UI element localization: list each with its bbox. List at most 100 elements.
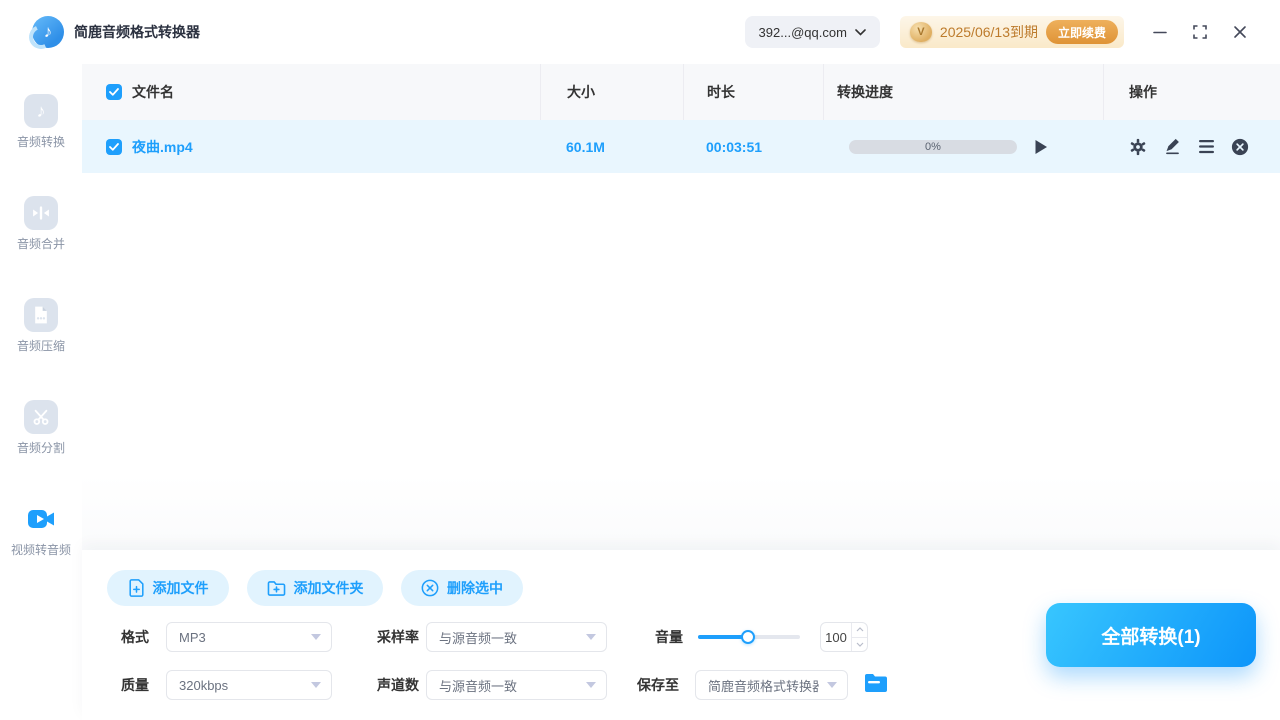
spinner-up-button[interactable] (852, 623, 867, 637)
channels-value: 与源音频一致 (439, 678, 518, 694)
close-circle-icon (1231, 138, 1249, 155)
vip-expiry-text: 2025/06/13到期 (939, 24, 1038, 40)
minimize-button[interactable] (1144, 16, 1176, 48)
sidebar-item-label: 音频分割 (16, 441, 65, 455)
progress-bar: 0% (849, 139, 1017, 154)
check-icon (109, 142, 119, 151)
sidebar-item-audio-compress[interactable]: 音频压缩 (17, 298, 65, 354)
file-duration: 00:03:51 (706, 138, 763, 155)
chevron-down-icon (856, 642, 863, 647)
add-file-button[interactable]: 添加文件 (107, 570, 229, 606)
play-icon (1035, 139, 1047, 154)
close-button[interactable] (1224, 16, 1256, 48)
video-camera-icon (24, 502, 58, 536)
chevron-up-icon (856, 627, 863, 632)
channels-label: 声道数 (377, 677, 419, 693)
volume-input[interactable]: 100 (820, 622, 868, 652)
save-to-label: 保存至 (637, 677, 679, 693)
chevron-down-icon (855, 28, 866, 36)
compress-icon (23, 298, 58, 332)
volume-slider[interactable] (698, 622, 800, 652)
close-icon (1234, 26, 1246, 38)
header-filename: 文件名 (132, 84, 174, 100)
sample-rate-value: 与源音频一致 (439, 630, 518, 646)
caret-down-icon (586, 682, 596, 688)
file-list-area (82, 173, 1280, 550)
format-dropdown[interactable]: MP3 (166, 622, 332, 652)
sidebar-item-audio-convert[interactable]: ♪ 音频转换 (17, 94, 65, 150)
vip-badge-icon: V (909, 22, 932, 42)
save-to-dropdown[interactable]: 简鹿音频格式转换器 (695, 670, 848, 700)
sidebar-item-label: 音频压缩 (16, 339, 65, 353)
account-dropdown[interactable]: 392...@qq.com (744, 16, 880, 48)
sidebar: ♪ 音频转换 音频合并 音频压缩 音频分割 视频转音频 (0, 64, 82, 720)
delete-selected-button[interactable]: 删除选中 (401, 570, 523, 606)
open-folder-button[interactable] (864, 673, 888, 697)
app-logo-icon: ♪ (32, 16, 64, 48)
delete-circle-icon (421, 579, 439, 597)
music-note-icon: ♪ (23, 94, 58, 128)
channels-dropdown[interactable]: 与源音频一致 (426, 670, 607, 700)
row-actions (1103, 138, 1249, 156)
volume-value: 100 (825, 629, 847, 645)
check-icon (109, 88, 119, 96)
header-actions: 操作 (1103, 64, 1280, 120)
edit-button[interactable] (1163, 138, 1181, 156)
add-file-label: 添加文件 (152, 580, 209, 596)
format-label: 格式 (121, 629, 149, 645)
header-size: 大小 (540, 64, 683, 120)
vip-status: V 2025/06/13到期 立即续费 (899, 16, 1124, 48)
add-folder-label: 添加文件夹 (293, 580, 364, 596)
table-header: 文件名 大小 时长 转换进度 操作 (82, 64, 1280, 120)
file-size: 60.1M (566, 138, 605, 155)
convert-all-button[interactable]: 全部转换(1) (1046, 603, 1256, 667)
gear-icon (1130, 138, 1146, 155)
sample-rate-label: 采样率 (377, 629, 419, 645)
sample-rate-dropdown[interactable]: 与源音频一致 (426, 622, 607, 652)
settings-button[interactable] (1129, 138, 1147, 156)
merge-icon (23, 196, 58, 230)
title-bar: ♪ 简鹿音频格式转换器 392...@qq.com V 2025/06/13到期… (0, 0, 1280, 64)
sidebar-item-video-to-audio[interactable]: 视频转音频 (11, 502, 71, 558)
account-label: 392...@qq.com (758, 24, 847, 40)
format-value: MP3 (179, 629, 206, 645)
titlebar-right: 392...@qq.com V 2025/06/13到期 立即续费 (744, 16, 1256, 48)
quality-dropdown[interactable]: 320kbps (166, 670, 332, 700)
caret-down-icon (827, 682, 837, 688)
maximize-button[interactable] (1184, 16, 1216, 48)
progress-label: 0% (925, 140, 941, 153)
bottom-panel: 添加文件 添加文件夹 删除选中 格式 MP3 采样率 与源音频一致 音量 100… (82, 550, 1280, 720)
remove-button[interactable] (1231, 138, 1249, 156)
main-content: 文件名 大小 时长 转换进度 操作 夜曲.mp4 60.1M 00:03:51 (82, 64, 1280, 720)
folder-icon (865, 674, 887, 692)
sidebar-item-audio-merge[interactable]: 音频合并 (17, 196, 65, 252)
details-button[interactable] (1197, 138, 1215, 156)
volume-label: 音量 (655, 629, 683, 645)
window-controls (1144, 16, 1256, 48)
spinner-down-button[interactable] (852, 636, 867, 652)
add-file-icon (128, 579, 144, 597)
add-folder-icon (267, 580, 285, 596)
quality-label: 质量 (121, 677, 149, 693)
slider-thumb[interactable] (740, 630, 755, 644)
list-icon (1198, 139, 1214, 154)
select-all-checkbox[interactable] (106, 84, 122, 100)
sidebar-item-audio-split[interactable]: 音频分割 (17, 400, 65, 456)
play-button[interactable] (1032, 138, 1050, 156)
renew-button[interactable]: 立即续费 (1045, 20, 1118, 44)
sidebar-item-label: 音频转换 (16, 135, 65, 149)
add-folder-button[interactable]: 添加文件夹 (247, 570, 383, 606)
pencil-icon (1165, 138, 1179, 155)
scissors-icon (23, 400, 58, 434)
table-row[interactable]: 夜曲.mp4 60.1M 00:03:51 0% (82, 120, 1280, 173)
app-window: ♪ 简鹿音频格式转换器 392...@qq.com V 2025/06/13到期… (0, 0, 1280, 720)
caret-down-icon (311, 634, 321, 640)
quality-value: 320kbps (179, 677, 229, 693)
caret-down-icon (311, 682, 321, 688)
brand: ♪ 简鹿音频格式转换器 (32, 16, 200, 48)
delete-selected-label: 删除选中 (447, 580, 503, 596)
caret-down-icon (586, 634, 596, 640)
sidebar-item-label: 视频转音频 (10, 543, 71, 557)
volume-spinner (851, 623, 867, 651)
row-checkbox[interactable] (106, 138, 122, 155)
